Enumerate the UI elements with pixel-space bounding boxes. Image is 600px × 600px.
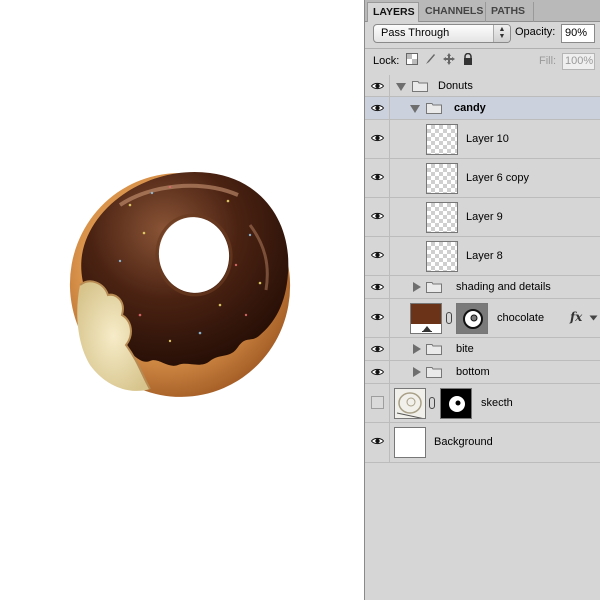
layer-group-candy[interactable]: candy [365,97,600,120]
toolbar-divider [365,48,600,49]
eye-icon[interactable] [371,212,384,220]
layer-group-donuts[interactable]: Donuts [365,75,600,97]
visibility-cell[interactable] [365,384,390,422]
visibility-cell[interactable] [365,97,390,119]
eye-icon[interactable] [371,437,384,445]
folder-icon [426,103,442,114]
eye-icon[interactable] [371,251,384,259]
folder-icon [412,81,428,92]
expand-triangle-icon[interactable] [410,105,420,113]
layer-background[interactable]: Background [365,423,600,463]
tab-channels[interactable]: CHANNELS [420,2,486,22]
eye-icon[interactable] [371,134,384,142]
layer-layer-6-copy[interactable]: Layer 6 copy [365,159,600,198]
visibility-cell[interactable] [365,338,390,360]
folder-icon [426,282,442,293]
lock-image-pixels-icon[interactable] [423,53,437,67]
blend-mode-value: Pass Through [381,27,450,39]
expand-triangle-icon[interactable] [396,83,406,91]
blend-mode-select[interactable]: Pass Through ▲ ▼ [373,24,511,43]
chain-link-icon[interactable] [446,312,452,324]
opacity-label: Opacity: [515,26,556,38]
lock-all-icon[interactable] [461,52,475,67]
expand-triangle-icon[interactable] [413,344,421,354]
eye-icon[interactable] [371,283,384,291]
layer-thumbnail [426,163,458,194]
eye-icon[interactable] [371,82,384,90]
layer-mask-thumbnail[interactable] [456,303,488,334]
effects-disclosure-icon[interactable] [589,315,598,321]
layer-group-bottom[interactable]: bottom [365,361,600,384]
layer-name: Layer 10 [466,133,509,145]
layer-name: Layer 8 [466,250,503,262]
layer-name: Donuts [438,80,473,92]
visibility-cell[interactable] [365,276,390,298]
layer-name: candy [454,102,486,114]
layer-thumbnail [426,124,458,155]
donut-artwork [69,171,291,397]
layer-mask-thumbnail[interactable] [440,388,472,419]
visibility-cell[interactable] [365,299,390,337]
fx-icon[interactable]: fx [570,310,582,324]
layer-chocolate[interactable]: chocolate fx [365,299,600,338]
eye-icon[interactable] [371,345,384,353]
panel-tab-bar: LAYERS CHANNELS PATHS [365,0,600,22]
layer-thumbnail [426,202,458,233]
visibility-toggle-off[interactable] [371,396,384,409]
fill-label: Fill: [539,55,557,67]
visibility-cell[interactable] [365,423,390,462]
layer-name: skecth [481,397,513,409]
layer-name: chocolate [497,312,545,324]
eye-icon[interactable] [371,173,384,181]
document-canvas[interactable] [0,0,364,600]
lock-position-icon[interactable] [442,53,456,67]
expand-triangle-icon[interactable] [413,282,421,292]
visibility-cell[interactable] [365,237,390,275]
eye-icon[interactable] [371,104,384,112]
layer-name: shading and details [456,281,551,293]
visibility-cell[interactable] [365,198,390,236]
visibility-cell[interactable] [365,159,390,197]
layer-thumbnail [394,388,426,419]
visibility-cell[interactable] [365,361,390,383]
opacity-field[interactable]: 90% [561,24,595,43]
updown-arrows-icon: ▲ ▼ [493,25,510,42]
layer-group-bite[interactable]: bite [365,338,600,361]
chain-link-icon[interactable] [429,397,435,409]
eye-icon[interactable] [371,368,384,376]
fill-color-thumbnail[interactable] [410,303,442,334]
layer-thumbnail [426,241,458,272]
folder-icon [426,344,442,355]
layer-group-shading-and-details[interactable]: shading and details [365,276,600,299]
layer-name: Layer 9 [466,211,503,223]
layer-thumbnail [394,427,426,458]
tab-layers[interactable]: LAYERS [367,2,419,22]
layer-name: bottom [456,366,490,378]
layer-skecth[interactable]: skecth [365,384,600,423]
folder-icon [426,367,442,378]
layers-panel: LAYERS CHANNELS PATHS Pass Through ▲ ▼ Op… [364,0,600,600]
visibility-cell[interactable] [365,75,390,96]
lock-label: Lock: [373,55,400,67]
expand-triangle-icon[interactable] [413,367,421,377]
tab-paths[interactable]: PATHS [486,2,534,22]
layer-layer-9[interactable]: Layer 9 [365,198,600,237]
visibility-cell[interactable] [365,120,390,158]
layer-layer-8[interactable]: Layer 8 [365,237,600,276]
layer-name: bite [456,343,474,355]
eye-icon[interactable] [371,313,384,321]
layer-layer-10[interactable]: Layer 10 [365,120,600,159]
fill-field[interactable]: 100% [562,53,595,70]
layer-name: Layer 6 copy [466,172,529,184]
layer-name: Background [434,436,493,448]
lock-transparent-pixels-icon[interactable] [405,53,419,67]
